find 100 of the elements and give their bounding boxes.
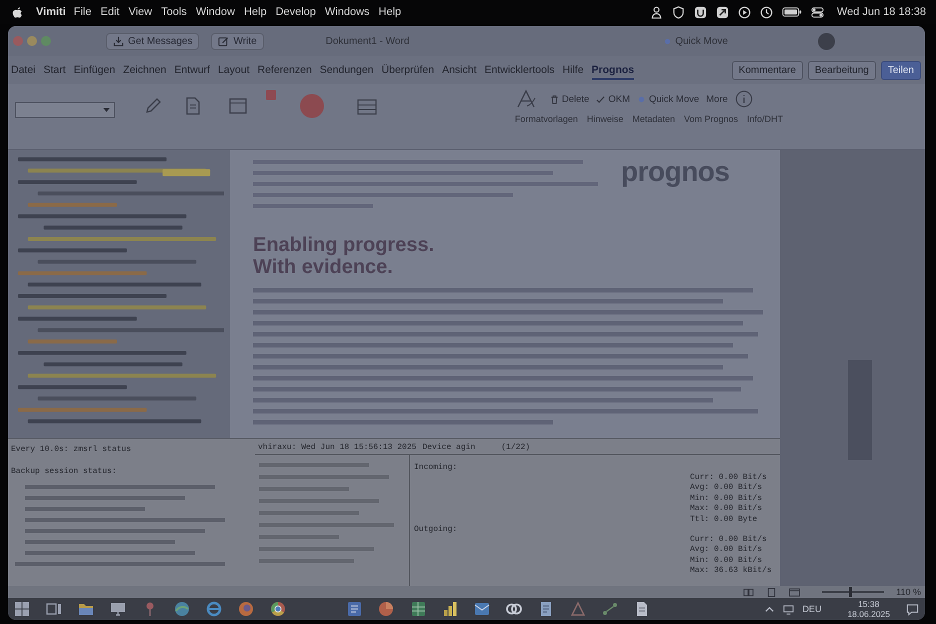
clock-icon[interactable] — [760, 6, 773, 18]
taskbar-time[interactable]: 15:38 — [858, 599, 880, 609]
ribbon-tab[interactable]: Layout — [218, 60, 250, 80]
pencil-icon[interactable] — [143, 96, 163, 116]
ribbon-group-label: Info/DHT — [746, 114, 783, 124]
ribbon-tab[interactable]: Ansicht — [442, 60, 476, 80]
menu-item[interactable]: Windows — [324, 6, 370, 18]
traffic-stat: Max: 36.63 kBit/s — [690, 566, 772, 576]
traffic-stat: Curr: 0.00 Bit/s — [690, 472, 767, 483]
menu-item[interactable]: Window — [196, 6, 235, 18]
ribbon-command-button[interactable]: OKM — [596, 92, 630, 106]
segmented-circle-icon[interactable] — [269, 600, 287, 618]
menu-item[interactable]: View — [128, 6, 152, 18]
write-button[interactable]: Write — [211, 32, 264, 50]
web-layout-icon[interactable] — [789, 588, 800, 596]
read-mode-icon[interactable] — [743, 588, 754, 596]
person-icon[interactable] — [650, 6, 663, 18]
traffic-stat: Curr: 0.00 Bit/s — [690, 534, 768, 545]
globe-icon[interactable] — [173, 600, 191, 618]
menu-item[interactable]: Help — [378, 6, 402, 18]
toggle-switches-icon[interactable] — [810, 6, 824, 18]
menu-item[interactable]: Tools — [161, 6, 187, 18]
caret-icon — [103, 108, 110, 112]
ribbon-command-button[interactable]: More — [706, 92, 728, 106]
shield-icon[interactable] — [672, 6, 685, 18]
bar-chart-icon[interactable] — [441, 600, 459, 618]
page-counter: (1/22) — [501, 443, 530, 454]
menu-app-name[interactable]: Vimiti — [36, 6, 66, 18]
document-app-icon[interactable] — [345, 600, 363, 618]
ribbon-tab[interactable]: Datei — [11, 60, 36, 80]
taskbar-date[interactable]: 18.06.2025 — [847, 609, 890, 619]
app-tile-icon[interactable] — [694, 6, 707, 18]
traffic-stat: Min: 0.00 Bit/s — [690, 494, 764, 504]
traffic-direction-label: Outgoing: — [414, 524, 458, 536]
ribbon-tab[interactable]: Zeichnen — [123, 60, 166, 80]
ribbon-tab[interactable]: Einfügen — [74, 60, 116, 80]
app-tile-icon[interactable] — [716, 6, 729, 18]
mail-app-icon[interactable] — [473, 600, 491, 618]
menu-bar-clock[interactable]: Wed Jun 18 18:38 — [836, 6, 926, 18]
spreadsheet-app-icon[interactable] — [409, 600, 427, 618]
ribbon-action-button[interactable]: Kommentare — [732, 60, 803, 80]
monitor-header: vhiraxu: Wed Jun 18 15:56:13 2025 — [258, 443, 416, 454]
frame-icon[interactable] — [228, 96, 248, 116]
ribbon-tab[interactable]: Referenzen — [258, 60, 312, 80]
trash-icon — [550, 94, 559, 104]
quick-move-button[interactable]: Quick Move — [664, 36, 728, 46]
get-messages-button[interactable]: Get Messages — [106, 32, 200, 50]
tray-download-icon — [113, 36, 124, 46]
traffic-stat: Avg: 0.00 Bit/s — [690, 545, 764, 556]
ribbon-group-label: Metadaten — [632, 114, 675, 124]
ring-bar-icon[interactable] — [205, 600, 223, 618]
traffic-stat: Ttl: 0.00 Byte — [690, 514, 758, 525]
monitor-icon[interactable] — [783, 604, 794, 614]
window-title: Dokument1 - Word — [326, 36, 410, 46]
ribbon-command-button[interactable]: Quick Move — [636, 92, 700, 106]
ribbon-tab[interactable]: Entwicklertools — [484, 60, 555, 80]
document-heading: Enabling progress. — [253, 234, 434, 256]
dot-icon — [664, 38, 672, 44]
menu-item[interactable]: Help — [244, 6, 267, 18]
ribbon-tab[interactable]: Sendungen — [320, 60, 374, 80]
ribbon-tab[interactable]: Start — [44, 60, 66, 80]
ribbon-command-button[interactable]: Delete — [550, 92, 590, 106]
ribbon-tab[interactable]: Überprüfen — [382, 60, 434, 80]
ribbon-tab[interactable]: Hilfe — [562, 60, 584, 80]
terminal-header: Every 10.0s: zmsrl status — [11, 445, 132, 456]
ribbon-tab[interactable]: Entwurf — [174, 60, 210, 80]
input-language[interactable]: DEU — [802, 604, 822, 614]
traffic-direction-label: Incoming: — [414, 462, 458, 474]
style-dropdown-field[interactable] — [15, 102, 115, 118]
ribbon-tab[interactable]: Prognos — [592, 60, 634, 80]
ribbon-group-label: Hinweise — [586, 114, 624, 124]
monitor-icon[interactable] — [109, 600, 127, 618]
dot-icon — [636, 94, 646, 104]
format-brush-icon[interactable] — [514, 88, 537, 110]
menu-item[interactable]: Develop — [276, 6, 316, 18]
avatar-icon[interactable] — [818, 32, 835, 50]
apple-icon[interactable] — [12, 6, 23, 18]
double-disc-icon[interactable] — [237, 600, 255, 618]
zoom-percentage[interactable]: 110 % — [896, 587, 921, 597]
ribbon-action-button[interactable]: Teilen — [880, 60, 921, 80]
terminal-title: Backup session status: — [11, 466, 118, 477]
ribbon-group-label: Formatvorlagen — [514, 114, 578, 124]
pencil-square-icon — [218, 36, 230, 46]
zoom-slider-thumb[interactable] — [849, 587, 852, 597]
document-subheading: With evidence. — [253, 256, 393, 278]
notification-icon[interactable] — [906, 602, 919, 616]
network-nodes-icon[interactable] — [601, 600, 619, 618]
info-circle-icon[interactable] — [734, 90, 753, 108]
battery-icon[interactable] — [782, 7, 802, 17]
ribbon-group-label: Vom Prognos — [684, 114, 738, 124]
windows-logo-icon[interactable] — [13, 600, 31, 618]
menu-item[interactable]: Edit — [100, 6, 120, 18]
menu-item[interactable]: File — [74, 6, 92, 18]
presentation-app-icon[interactable] — [377, 600, 395, 618]
ribbon-action-button[interactable]: Bearbeitung — [808, 60, 876, 80]
triangle-icon[interactable] — [569, 600, 587, 618]
traffic-stat: Min: 0.00 Bit/s — [690, 556, 764, 566]
traffic-stat: Avg: 0.00 Bit/s — [690, 483, 764, 494]
play-circle-icon[interactable] — [738, 6, 751, 18]
print-layout-icon[interactable] — [766, 588, 778, 596]
